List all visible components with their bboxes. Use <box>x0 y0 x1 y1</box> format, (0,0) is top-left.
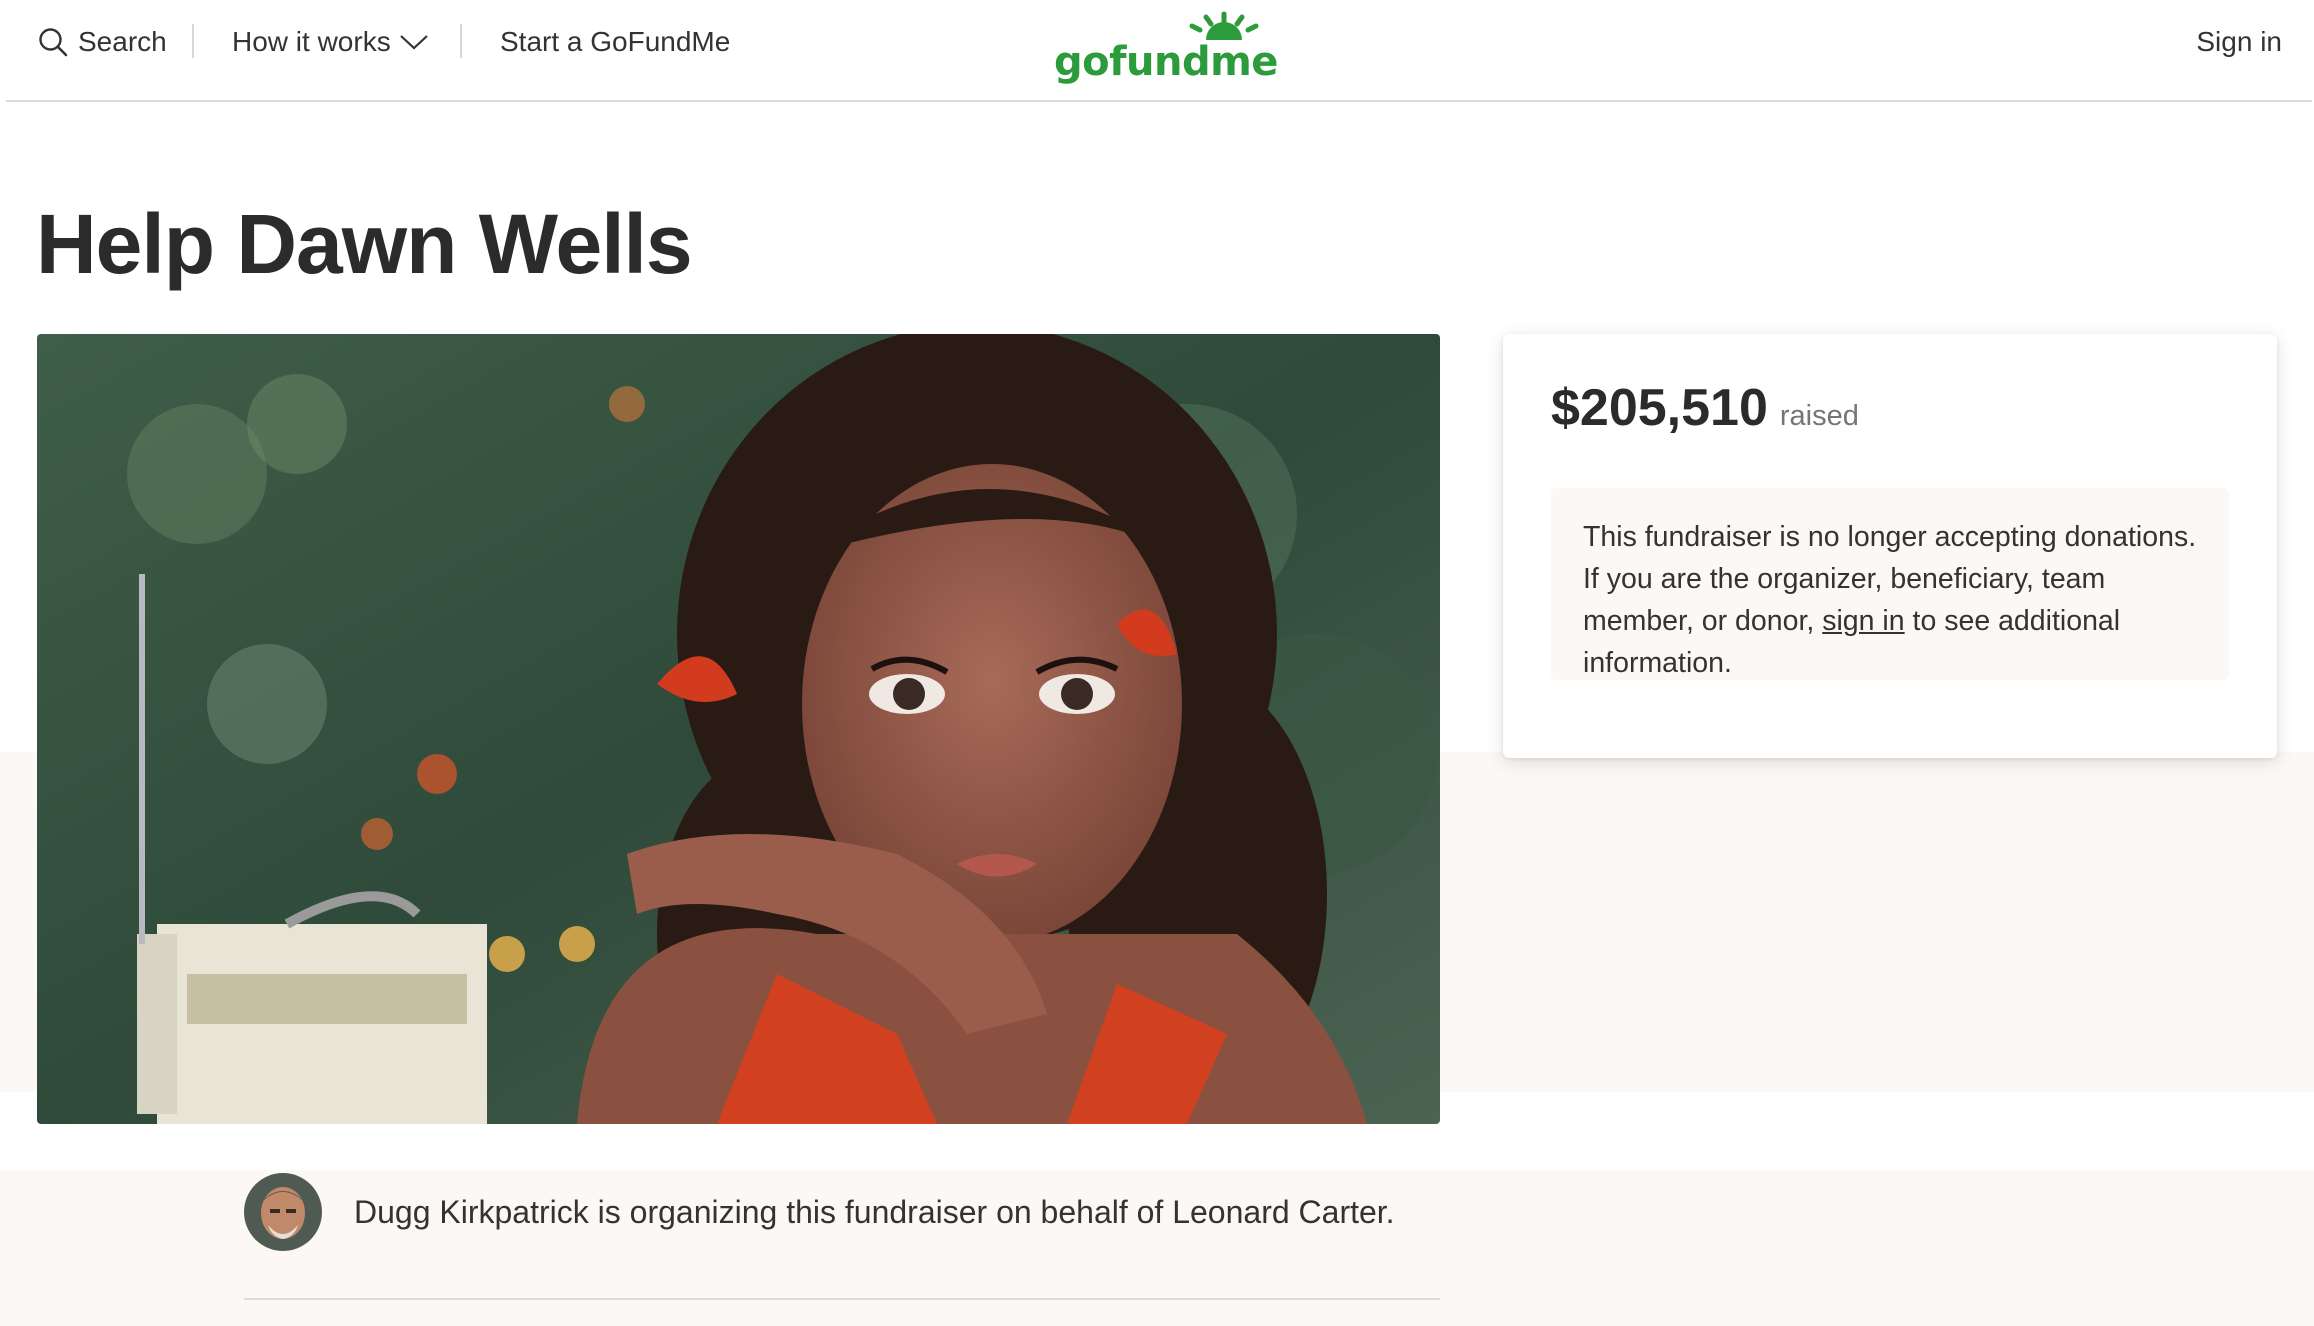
organizer-text: Dugg Kirkpatrick is organizing this fund… <box>354 1193 1395 1230</box>
chevron-down-icon <box>399 35 428 50</box>
logo-wordmark: gofundme <box>1054 39 1278 85</box>
page-title: Help Dawn Wells <box>36 197 693 291</box>
top-navbar: Search How it works Start a GoFundMe gof… <box>6 0 2312 102</box>
start-gofundme-label: Start a GoFundMe <box>500 26 731 57</box>
donation-summary-card: $205,510 raised This fundraiser is no lo… <box>1503 334 2277 758</box>
campaign-hero-image <box>37 334 1440 1124</box>
sign-in-link[interactable]: Sign in <box>2196 20 2282 64</box>
amount-raised-row: $205,510 raised <box>1551 378 1859 438</box>
amount-raised: $205,510 <box>1551 379 1768 437</box>
how-it-works-menu[interactable]: How it works <box>232 20 429 64</box>
how-it-works-label: How it works <box>232 26 391 57</box>
section-divider <box>244 1298 1440 1300</box>
raised-label: raised <box>1779 400 1859 432</box>
sign-in-inline-link[interactable]: sign in <box>1822 605 1904 637</box>
start-gofundme-link[interactable]: Start a GoFundMe <box>500 20 730 64</box>
search-icon <box>39 28 68 57</box>
sun-rays-icon <box>1189 11 1259 40</box>
closed-fundraiser-notice: This fundraiser is no longer accepting d… <box>1551 488 2229 680</box>
organizer-avatar[interactable] <box>244 1173 322 1251</box>
search-label: Search <box>78 26 167 57</box>
sign-in-label: Sign in <box>2196 26 2282 57</box>
nav-divider <box>460 24 462 58</box>
nav-divider <box>192 24 194 58</box>
organizer-row: Dugg Kirkpatrick is organizing this fund… <box>244 1172 1440 1252</box>
gofundme-logo[interactable]: gofundme <box>1054 10 1278 82</box>
search-link[interactable]: Search <box>38 20 167 64</box>
